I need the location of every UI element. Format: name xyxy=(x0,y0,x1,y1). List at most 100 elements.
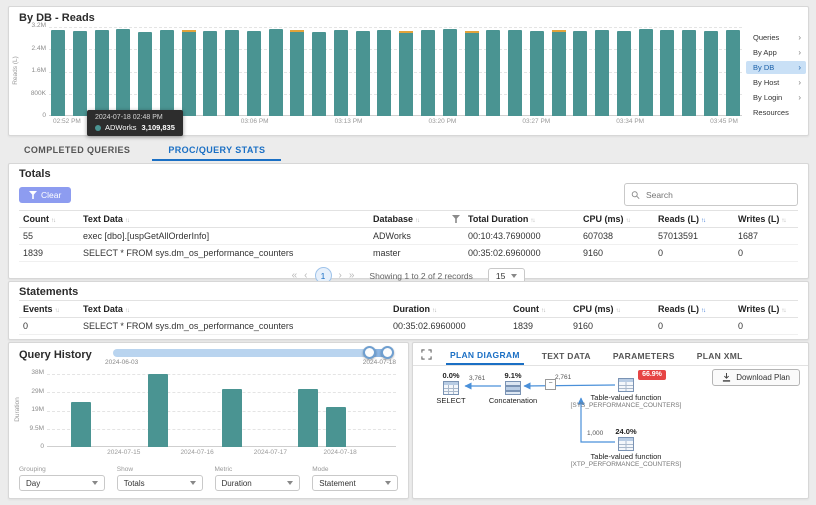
db-reads-bar[interactable] xyxy=(138,32,152,116)
db-reads-bar[interactable] xyxy=(116,29,130,116)
col-total-duration[interactable]: Total Duration xyxy=(464,211,579,228)
pagination-next-button[interactable] xyxy=(339,271,342,281)
pagination-first-button[interactable] xyxy=(292,271,298,281)
menu-item-by-login[interactable]: By Login xyxy=(746,91,806,104)
sort-icon[interactable] xyxy=(125,218,129,224)
sort-icon[interactable] xyxy=(125,308,129,314)
slider-track[interactable] xyxy=(113,349,392,357)
sort-icon[interactable] xyxy=(55,308,59,314)
sort-icon[interactable] xyxy=(432,308,436,314)
db-reads-bar[interactable] xyxy=(617,31,631,116)
col-duration[interactable]: Duration xyxy=(389,301,509,318)
table-row[interactable]: 1839 SELECT * FROM sys.dm_os_performance… xyxy=(19,245,798,262)
query-history-bar[interactable] xyxy=(222,389,242,447)
db-reads-bar[interactable] xyxy=(726,30,740,116)
col-writes[interactable]: Writes (L) xyxy=(734,211,798,228)
db-reads-bar[interactable] xyxy=(269,29,283,116)
db-reads-bar[interactable] xyxy=(73,31,87,116)
metric-select[interactable]: Duration xyxy=(215,475,301,491)
sort-icon[interactable] xyxy=(415,218,419,224)
db-reads-bar[interactable] xyxy=(356,31,370,116)
db-reads-bar[interactable] xyxy=(682,30,696,116)
db-reads-bar[interactable] xyxy=(51,30,65,116)
clear-filter-button[interactable]: Clear xyxy=(19,187,71,203)
col-writes[interactable]: Writes (L) xyxy=(734,301,798,318)
show-select[interactable]: Totals xyxy=(117,475,203,491)
plan-node-tvf-sys[interactable]: 66.9% Table-valued function [SYS_PERFORM… xyxy=(565,367,687,409)
sort-icon[interactable] xyxy=(781,308,785,314)
db-reads-bar[interactable] xyxy=(595,30,609,116)
db-reads-bar[interactable] xyxy=(639,29,653,116)
tab-plan-xml[interactable]: PLAN XML xyxy=(693,345,747,364)
sort-icon[interactable] xyxy=(530,218,534,224)
db-reads-bar[interactable] xyxy=(443,29,457,116)
menu-item-by-host[interactable]: By Host xyxy=(746,76,806,89)
db-reads-bar[interactable] xyxy=(465,31,479,116)
sort-icon[interactable] xyxy=(541,308,545,314)
slider-handle-start[interactable] xyxy=(363,346,376,359)
db-reads-bar[interactable] xyxy=(508,30,522,116)
query-history-bar[interactable] xyxy=(326,407,346,447)
db-reads-bar[interactable] xyxy=(421,30,435,116)
date-range-slider[interactable] xyxy=(113,349,392,357)
download-plan-button[interactable]: Download Plan xyxy=(712,369,800,386)
col-count[interactable]: Count xyxy=(509,301,569,318)
db-reads-bar[interactable] xyxy=(377,30,391,116)
db-reads-bar[interactable] xyxy=(573,31,587,116)
col-text-data[interactable]: Text Data xyxy=(79,301,389,318)
col-cpu[interactable]: CPU (ms) xyxy=(579,211,654,228)
col-events[interactable]: Events xyxy=(19,301,79,318)
tab-proc-query-stats[interactable]: PROC/QUERY STATS xyxy=(152,140,281,161)
query-history-bar[interactable] xyxy=(71,402,91,447)
tab-plan-diagram[interactable]: PLAN DIAGRAM xyxy=(446,344,524,365)
collapse-node-toggle[interactable]: − xyxy=(545,379,556,390)
menu-item-resources[interactable]: Resources xyxy=(746,106,806,119)
db-reads-bar[interactable] xyxy=(660,30,674,116)
query-history-bar[interactable] xyxy=(298,389,318,447)
tab-completed-queries[interactable]: COMPLETED QUERIES xyxy=(8,140,146,161)
grouping-select[interactable]: Day xyxy=(19,475,105,491)
col-reads[interactable]: Reads (L) xyxy=(654,301,734,318)
db-reads-bar[interactable] xyxy=(530,31,544,116)
menu-item-by-app[interactable]: By App xyxy=(746,46,806,59)
db-reads-bar[interactable] xyxy=(160,30,174,116)
tab-parameters[interactable]: PARAMETERS xyxy=(609,345,679,364)
plan-node-tvf-xtp[interactable]: 24.0% Table-valued function [XTP_PERFORM… xyxy=(565,427,687,468)
tab-text-data[interactable]: TEXT DATA xyxy=(538,345,595,364)
menu-item-queries[interactable]: Queries xyxy=(746,31,806,44)
col-reads[interactable]: Reads (L) xyxy=(654,211,734,228)
menu-item-by-db[interactable]: By DB xyxy=(746,61,806,74)
db-reads-bar[interactable] xyxy=(182,30,196,116)
slider-handle-end[interactable] xyxy=(381,346,394,359)
pagination-last-button[interactable] xyxy=(349,271,355,281)
db-reads-bar[interactable] xyxy=(312,32,326,116)
col-text-data[interactable]: Text Data xyxy=(79,211,369,228)
search-input[interactable] xyxy=(644,189,791,201)
sort-icon[interactable] xyxy=(626,218,630,224)
table-row[interactable]: 0 SELECT * FROM sys.dm_os_performance_co… xyxy=(19,318,798,335)
col-count[interactable]: Count xyxy=(19,211,79,228)
db-reads-bar[interactable] xyxy=(552,30,566,116)
db-reads-bar[interactable] xyxy=(399,31,413,116)
query-history-bar[interactable] xyxy=(148,374,168,447)
db-reads-bar[interactable] xyxy=(704,31,718,116)
sort-icon-active[interactable] xyxy=(701,308,705,314)
db-reads-bar[interactable] xyxy=(95,30,109,116)
sort-icon[interactable] xyxy=(616,308,620,314)
db-reads-bar[interactable] xyxy=(290,30,304,116)
col-database[interactable]: Database xyxy=(369,211,464,228)
sort-icon[interactable] xyxy=(51,218,55,224)
db-reads-bar[interactable] xyxy=(247,31,261,116)
sort-icon[interactable] xyxy=(781,218,785,224)
db-reads-bar[interactable] xyxy=(334,30,348,116)
db-reads-bar[interactable] xyxy=(486,30,500,116)
pagination-prev-button[interactable] xyxy=(304,271,307,281)
db-reads-bar[interactable] xyxy=(203,31,217,116)
plan-node-select[interactable]: 0.0% SELECT xyxy=(421,371,481,405)
expand-icon[interactable] xyxy=(421,349,432,360)
table-row[interactable]: 55 exec [dbo].[uspGetAllOrderInfo] ADWor… xyxy=(19,228,798,245)
db-reads-bar[interactable] xyxy=(225,30,239,116)
column-filter-icon[interactable] xyxy=(452,215,460,223)
mode-select[interactable]: Statement xyxy=(312,475,398,491)
plan-node-concatenation[interactable]: 9.1% Concatenation xyxy=(483,371,543,405)
